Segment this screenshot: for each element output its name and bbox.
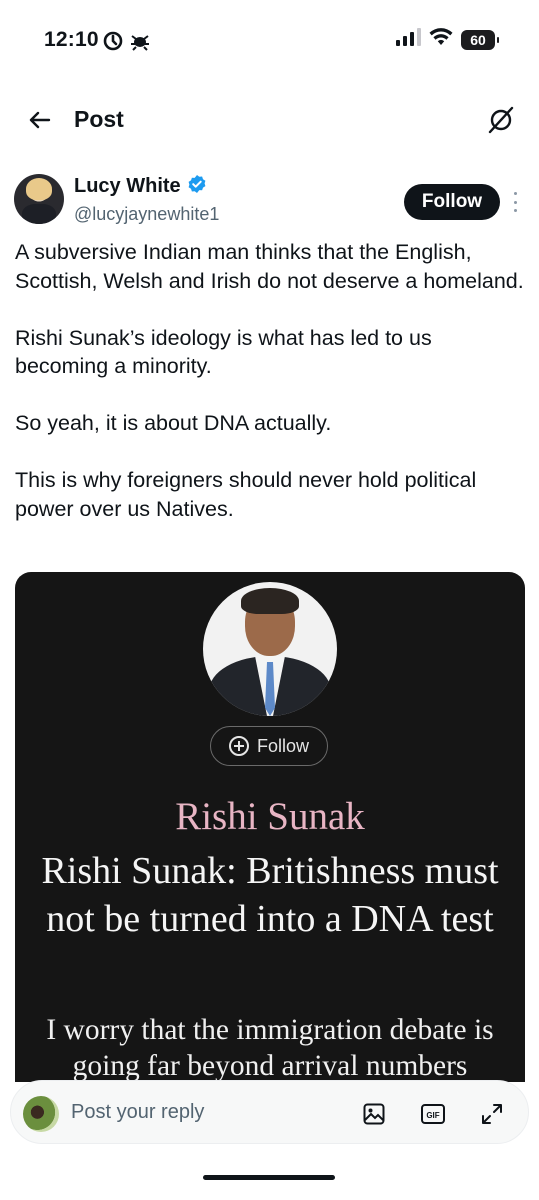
do-not-disturb-icon xyxy=(102,30,124,57)
post-paragraph: This is why foreigners should never hold… xyxy=(15,468,477,521)
reply-composer[interactable]: Post your reply GIF xyxy=(10,1080,529,1144)
wifi-icon xyxy=(429,28,453,51)
image-icon[interactable] xyxy=(360,1100,388,1128)
follow-button[interactable]: Follow xyxy=(404,184,500,220)
post-paragraph: A subversive Indian man thinks that the … xyxy=(15,240,524,293)
reply-input[interactable]: Post your reply xyxy=(71,1101,204,1124)
media-follow-button: Follow xyxy=(210,726,328,766)
signal-icon xyxy=(395,28,421,51)
media-kicker: Rishi Sunak xyxy=(175,795,365,838)
back-button[interactable] xyxy=(24,104,56,136)
media-headline: Rishi Sunak: Britishness must not be tur… xyxy=(41,850,499,940)
post-paragraph: So yeah, it is about DNA actually. xyxy=(15,411,332,435)
status-indicators: 60 xyxy=(395,28,499,51)
svg-text:GIF: GIF xyxy=(426,1111,439,1120)
grok-button[interactable] xyxy=(485,104,517,136)
media-subheadline: I worry that the immigration debate is g… xyxy=(46,1014,494,1082)
gif-icon[interactable]: GIF xyxy=(419,1100,447,1128)
post-media-image[interactable]: Follow Rishi Sunak Rishi Sunak: Britishn… xyxy=(15,572,525,1082)
status-time: 12:10 xyxy=(44,28,99,51)
post-author: Lucy White @lucyjaynewhite1 Follow xyxy=(0,172,539,230)
media-follow-label: Follow xyxy=(256,735,309,756)
home-indicator[interactable] xyxy=(203,1175,335,1180)
author-name-row: Lucy White xyxy=(74,174,207,199)
media-profile-photo xyxy=(203,582,337,716)
top-nav-bar: Post xyxy=(0,92,539,148)
author-avatar[interactable] xyxy=(14,174,64,224)
more-options-icon[interactable] xyxy=(508,190,522,214)
post-paragraph: Rishi Sunak’s ideology is what has led t… xyxy=(15,325,432,379)
author-name[interactable]: Lucy White xyxy=(74,175,181,198)
post-text: A subversive Indian man thinks that the … xyxy=(15,238,525,523)
plus-circle-icon xyxy=(228,736,249,756)
author-handle[interactable]: @lucyjaynewhite1 xyxy=(74,204,219,225)
expand-icon[interactable] xyxy=(478,1100,506,1128)
status-bar: 12:10 60 xyxy=(0,0,539,80)
bug-icon xyxy=(128,30,152,57)
arrow-left-icon xyxy=(29,111,51,129)
battery-indicator: 60 xyxy=(461,29,499,50)
page-title: Post xyxy=(74,106,124,132)
grok-icon xyxy=(488,106,514,134)
reply-avatar xyxy=(23,1096,59,1132)
verified-badge-icon xyxy=(187,174,207,199)
